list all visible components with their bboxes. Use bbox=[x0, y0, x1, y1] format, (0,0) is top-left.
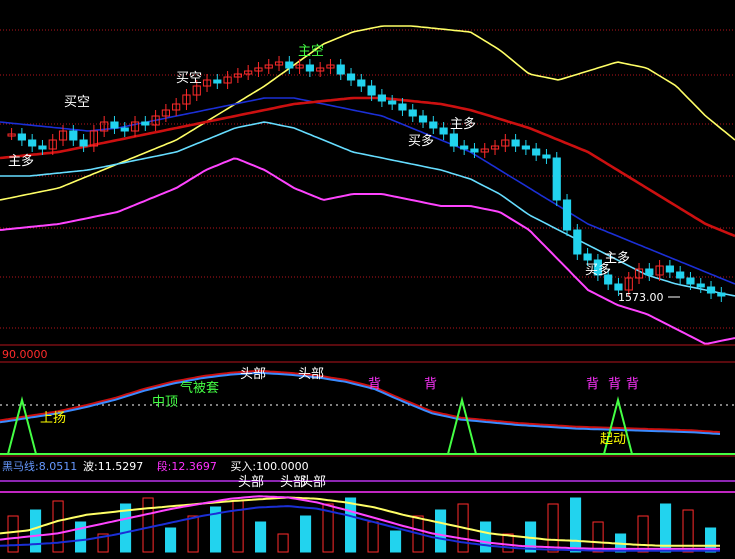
candle-body bbox=[357, 79, 366, 87]
mid-label: 背 bbox=[424, 377, 437, 392]
candle-body bbox=[79, 139, 88, 147]
mid-label: 背 bbox=[586, 377, 599, 392]
candle-body bbox=[120, 127, 129, 132]
histogram-bar bbox=[255, 521, 267, 553]
moving-average-line bbox=[0, 121, 735, 297]
histogram-bar bbox=[592, 521, 604, 553]
candle-body bbox=[213, 79, 222, 84]
price-marker: 1573.00 bbox=[618, 291, 664, 304]
candle-body bbox=[69, 130, 78, 141]
candle-body bbox=[460, 145, 469, 150]
signal-label: 主多 bbox=[8, 153, 34, 169]
histogram-bar bbox=[345, 497, 357, 553]
mid-label: 起动 bbox=[600, 432, 626, 447]
info-readout: 黑马线:8.0511 bbox=[2, 459, 77, 473]
histogram-bar bbox=[637, 515, 649, 553]
signal-label: 买空 bbox=[64, 95, 90, 110]
candle-body bbox=[573, 229, 582, 255]
candle-body bbox=[38, 145, 47, 150]
histogram-bar bbox=[300, 515, 312, 553]
histogram-bar bbox=[52, 500, 64, 553]
candle-body bbox=[449, 133, 458, 147]
candle-body bbox=[141, 121, 150, 126]
candle-body bbox=[583, 253, 592, 261]
mid-label: 上扬 bbox=[40, 411, 66, 426]
candle-body bbox=[521, 145, 530, 150]
histogram-bar bbox=[142, 497, 154, 553]
histogram-bar bbox=[570, 497, 582, 553]
histogram-bar bbox=[187, 515, 199, 553]
histogram-bar bbox=[480, 521, 492, 553]
histogram-bar bbox=[435, 509, 447, 553]
candle-body bbox=[552, 157, 561, 201]
mid-label: 背 bbox=[626, 377, 639, 392]
mid-label: 头部 bbox=[298, 367, 324, 382]
candle-body bbox=[17, 133, 26, 141]
candle-body bbox=[336, 64, 345, 75]
info-readout: 波:11.5297 bbox=[83, 460, 143, 473]
histogram-bar bbox=[547, 503, 559, 553]
mid-label: 气被套 bbox=[180, 380, 219, 396]
mid-label: 中顶 bbox=[152, 395, 178, 410]
candle-body bbox=[686, 277, 695, 285]
candle-body bbox=[388, 100, 397, 105]
candle-body bbox=[696, 283, 705, 288]
bottom-label: 头部 bbox=[238, 475, 264, 490]
candle-body bbox=[305, 64, 314, 72]
signal-label: 买空 bbox=[176, 71, 202, 86]
candle-body bbox=[532, 148, 541, 156]
candle-body bbox=[614, 283, 623, 291]
candle-body bbox=[408, 109, 417, 117]
candle-body bbox=[706, 286, 716, 294]
candle-body bbox=[346, 73, 356, 81]
histogram-bar bbox=[367, 521, 379, 553]
signal-label: 主空 bbox=[298, 44, 324, 59]
signal-label: 买多 bbox=[408, 133, 434, 149]
signal-label: 主多 bbox=[604, 250, 630, 266]
candle-body bbox=[511, 139, 520, 147]
candle-body bbox=[439, 127, 448, 135]
stock-chart-svg: 主多买空买空主空买多主多买多主多1573.0090.0000上扬中顶气被套头部头… bbox=[0, 25, 735, 553]
signal-spike bbox=[447, 396, 477, 455]
candle-body bbox=[367, 85, 376, 96]
histogram-bar bbox=[7, 515, 19, 553]
candle-body bbox=[717, 292, 726, 297]
candle-body bbox=[28, 139, 37, 147]
candle-body bbox=[285, 61, 294, 69]
signal-label: 主多 bbox=[450, 116, 476, 132]
candle-body bbox=[398, 103, 407, 111]
histogram-bar bbox=[165, 527, 177, 553]
mid-label: 背 bbox=[368, 377, 381, 392]
histogram-bar bbox=[75, 521, 87, 553]
mid-label: 头部 bbox=[240, 367, 266, 382]
candle-body bbox=[377, 94, 386, 102]
bottom-label: 头部 bbox=[300, 475, 326, 490]
candle-body bbox=[542, 154, 551, 159]
histogram-bar bbox=[30, 509, 42, 553]
candle-body bbox=[418, 115, 428, 123]
mid-header-value: 90.0000 bbox=[2, 348, 48, 361]
info-readout: 买入:100.0000 bbox=[230, 460, 308, 473]
info-readout: 段:12.3697 bbox=[157, 459, 217, 473]
candle-body bbox=[665, 265, 674, 273]
histogram-bar bbox=[277, 533, 289, 553]
signal-spike bbox=[7, 396, 37, 455]
candle-body bbox=[470, 148, 479, 153]
chart-window: 主多 买空 买空 主空 买多 主多 买多 主多 1573.00 90.0000 上扬 中顶 气被套 头部头… bbox=[0, 0, 735, 559]
candle-body bbox=[676, 271, 685, 279]
candle-body bbox=[562, 199, 572, 231]
candle-body bbox=[645, 268, 654, 276]
mid-label: 背 bbox=[608, 377, 621, 392]
candle-body bbox=[110, 121, 119, 129]
histogram-bar bbox=[390, 530, 402, 553]
candle-body bbox=[429, 121, 438, 129]
